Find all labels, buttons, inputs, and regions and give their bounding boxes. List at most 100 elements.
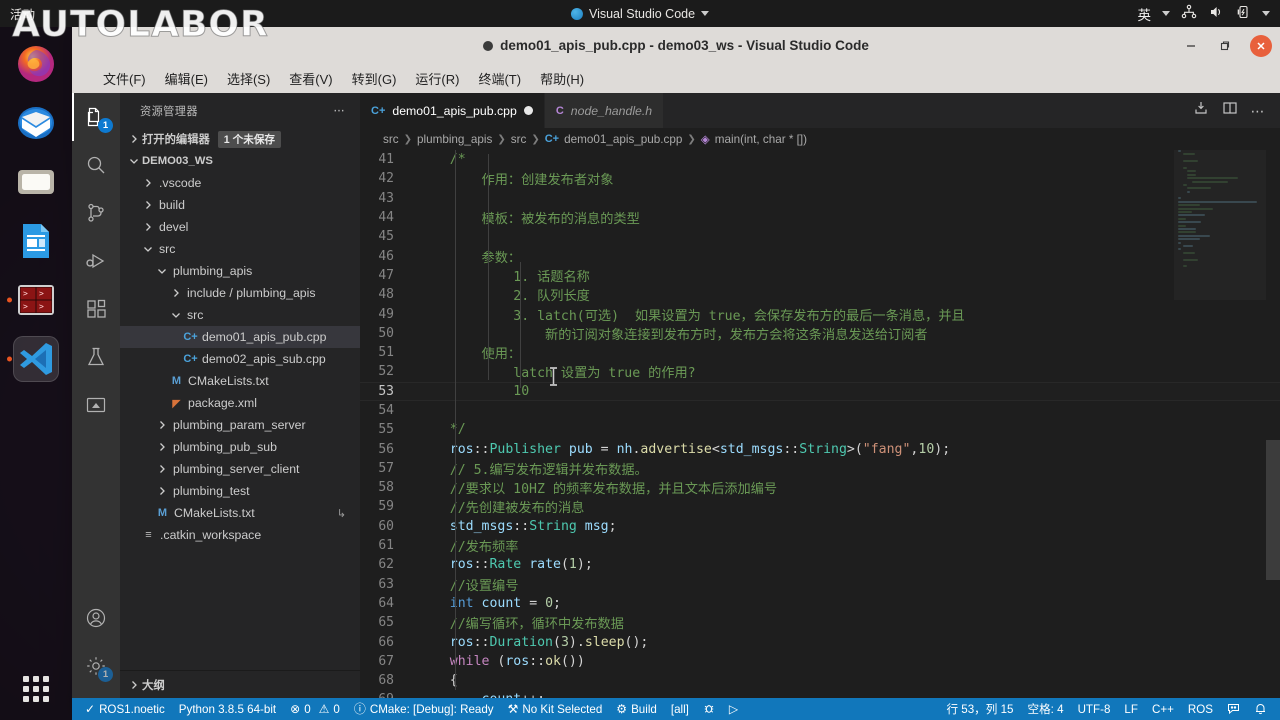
network-icon[interactable] [1181,4,1197,23]
code-line[interactable]: 43 [360,189,1280,208]
tab-dirty-icon[interactable] [523,106,533,115]
tree-item-plumbing-apis[interactable]: plumbing_apis [120,260,360,282]
code-line[interactable]: 44 模板：被发布的消息的类型 [360,208,1280,227]
dock-item-thunderbird[interactable] [13,100,59,146]
code-line[interactable]: 56 ros::Publisher pub = nh.advertise<std… [360,439,1280,458]
tree-item-src[interactable]: src [120,238,360,260]
code-line[interactable]: 51 使用： [360,343,1280,362]
code-line[interactable]: 42 作用：创建发布者对象 [360,169,1280,188]
volume-icon[interactable] [1208,4,1224,23]
sidebar-item-testing[interactable] [72,333,120,381]
run-code-icon[interactable] [1193,100,1209,121]
more-actions-icon[interactable]: ⋯ [333,104,346,117]
dock-item-files[interactable] [13,159,59,205]
status-ros[interactable]: ROS [1181,698,1220,720]
dock-item-firefox[interactable] [13,41,59,87]
code-line[interactable]: 48 2. 队列长度 [360,285,1280,304]
workspace-root[interactable]: DEMO03_WS [120,150,360,172]
tree-item--vscode[interactable]: .vscode [120,172,360,194]
tree-item--catkin-workspace[interactable]: ≡ .catkin_workspace [120,524,360,546]
tree-item-package-xml[interactable]: ◤ package.xml [120,392,360,414]
tree-item-include-plumbing-apis[interactable]: include / plumbing_apis [120,282,360,304]
tree-item-cmakelists-txt[interactable]: M CMakeLists.txt [120,370,360,392]
status-notifications[interactable] [1247,698,1274,720]
code-line[interactable]: 50 新的订阅对象连接到发布方时，发布方会将这条消息发送给订阅者 [360,324,1280,343]
active-app-menu[interactable]: Visual Studio Code [570,7,710,21]
chevron-down-icon[interactable] [1162,11,1170,16]
status-cmake-debug[interactable] [696,698,722,720]
code-line[interactable]: 61 //发布频率 [360,536,1280,555]
tree-item-build[interactable]: build [120,194,360,216]
sidebar-item-source-control[interactable] [72,189,120,237]
menu-item-file[interactable]: 文件(F) [103,69,146,88]
menu-item-go[interactable]: 转到(G) [352,69,397,88]
maximize-button[interactable] [1216,37,1234,55]
more-actions-icon[interactable]: ⋯ [1251,104,1267,118]
status-cmake-kit[interactable]: ⚒ No Kit Selected [501,698,610,720]
tree-item-plumbing-server-client[interactable]: plumbing_server_client [120,458,360,480]
breadcrumb-item-1[interactable]: plumbing_apis [417,133,492,146]
code-line[interactable]: 62 ros::Rate rate(1); [360,555,1280,574]
accounts-button[interactable] [72,594,120,642]
tree-item-cmakelists-txt[interactable]: M CMakeLists.txt ↳ [120,502,360,524]
code-line[interactable]: 60 std_msgs::String msg; [360,517,1280,536]
code-line[interactable]: 54 [360,401,1280,420]
status-cmake-build[interactable]: ⚙ Build [609,698,664,720]
tree-item-demo02-apis-sub-cpp[interactable]: C+ demo02_apis_sub.cpp [120,348,360,370]
code-editor[interactable]: 41 /* 42 作用：创建发布者对象 43 44 模板：被发布的消息的类型 45 46 … [360,150,1280,698]
code-line[interactable]: 64 int count = 0; [360,594,1280,613]
code-line[interactable]: 47 1. 话题名称 [360,266,1280,285]
menu-item-run[interactable]: 运行(R) [415,69,459,88]
code-line[interactable]: 66 ros::Duration(3).sleep(); [360,632,1280,651]
outline-section[interactable]: 大纲 [120,670,360,698]
code-line[interactable]: 46 参数： [360,246,1280,266]
status-indentation[interactable]: 空格: 4 [1020,698,1070,720]
tab-node-handle-h[interactable]: C node_handle.h [544,93,665,128]
close-button[interactable] [1250,34,1272,57]
activities-button[interactable]: 活动 [10,4,35,23]
sidebar-item-extensions[interactable] [72,285,120,333]
code-line[interactable]: 49 3. latch(可选) 如果设置为 true，会保存发布方的最后一条消息… [360,304,1280,324]
open-editors-section[interactable]: 打开的编辑器 1 个未保存 [120,128,360,150]
code-line[interactable]: 65 //编写循环，循环中发布数据 [360,613,1280,632]
tree-item-plumbing-pub-sub[interactable]: plumbing_pub_sub [120,436,360,458]
menu-item-view[interactable]: 查看(V) [289,69,332,88]
status-cmake-target[interactable]: [all] [664,698,696,720]
code-line[interactable]: 55 */ [360,420,1280,439]
status-eol[interactable]: LF [1117,698,1145,720]
tab-demo01-apis-pub-cpp[interactable]: C+ demo01_apis_pub.cpp [360,93,545,128]
sidebar-item-explorer[interactable]: 1 [72,93,120,141]
battery-icon[interactable] [1235,4,1251,23]
code-line[interactable]: 59 //先创建被发布的消息 [360,497,1280,516]
breadcrumb-item-3[interactable]: demo01_apis_pub.cpp [564,133,682,146]
editor-scrollbar[interactable] [1266,150,1280,698]
status-ros-distro[interactable]: ✓ ROS1.noetic [78,698,172,720]
code-line[interactable]: 52 latch 设置为 true 的作用? [360,362,1280,381]
tree-item-devel[interactable]: devel [120,216,360,238]
ime-indicator[interactable]: 英 [1138,4,1152,24]
breadcrumb-item-2[interactable]: src [511,133,527,146]
code-line[interactable]: 58 //要求以 10HZ 的频率发布数据，并且文本后添加编号 [360,478,1280,497]
sidebar-item-search[interactable] [72,141,120,189]
code-line[interactable]: 57 // 5.编写发布逻辑并发布数据。 [360,459,1280,478]
status-cmake-launch[interactable]: ▷ [722,698,745,720]
status-problems[interactable]: ⊗ 0 ⚠ 0 [283,698,347,720]
status-encoding[interactable]: UTF-8 [1071,698,1118,720]
tree-item-plumbing-test[interactable]: plumbing_test [120,480,360,502]
code-line[interactable]: 68 { [360,671,1280,690]
code-line[interactable]: 69 count++; [360,690,1280,698]
dock-item-terminator[interactable]: > > > > [7,277,59,323]
minimap[interactable] [1174,150,1266,698]
status-feedback[interactable] [1220,698,1247,720]
code-line[interactable]: 63 //设置编号 [360,575,1280,594]
dock-item-vscode[interactable] [7,336,59,382]
code-line[interactable]: 53 10 [360,381,1280,401]
dock-item-libreoffice-writer[interactable] [13,218,59,264]
breadcrumb-item-4[interactable]: main(int, char * []) [715,133,807,146]
code-line[interactable]: 45 [360,227,1280,246]
status-cmake-ready[interactable]: ⓘ CMake: [Debug]: Ready [347,698,501,720]
menu-item-select[interactable]: 选择(S) [227,69,270,88]
manage-settings-button[interactable]: 1 [72,642,120,690]
chevron-down-icon[interactable] [1262,11,1270,16]
tree-item-demo01-apis-pub-cpp[interactable]: C+ demo01_apis_pub.cpp [120,326,360,348]
